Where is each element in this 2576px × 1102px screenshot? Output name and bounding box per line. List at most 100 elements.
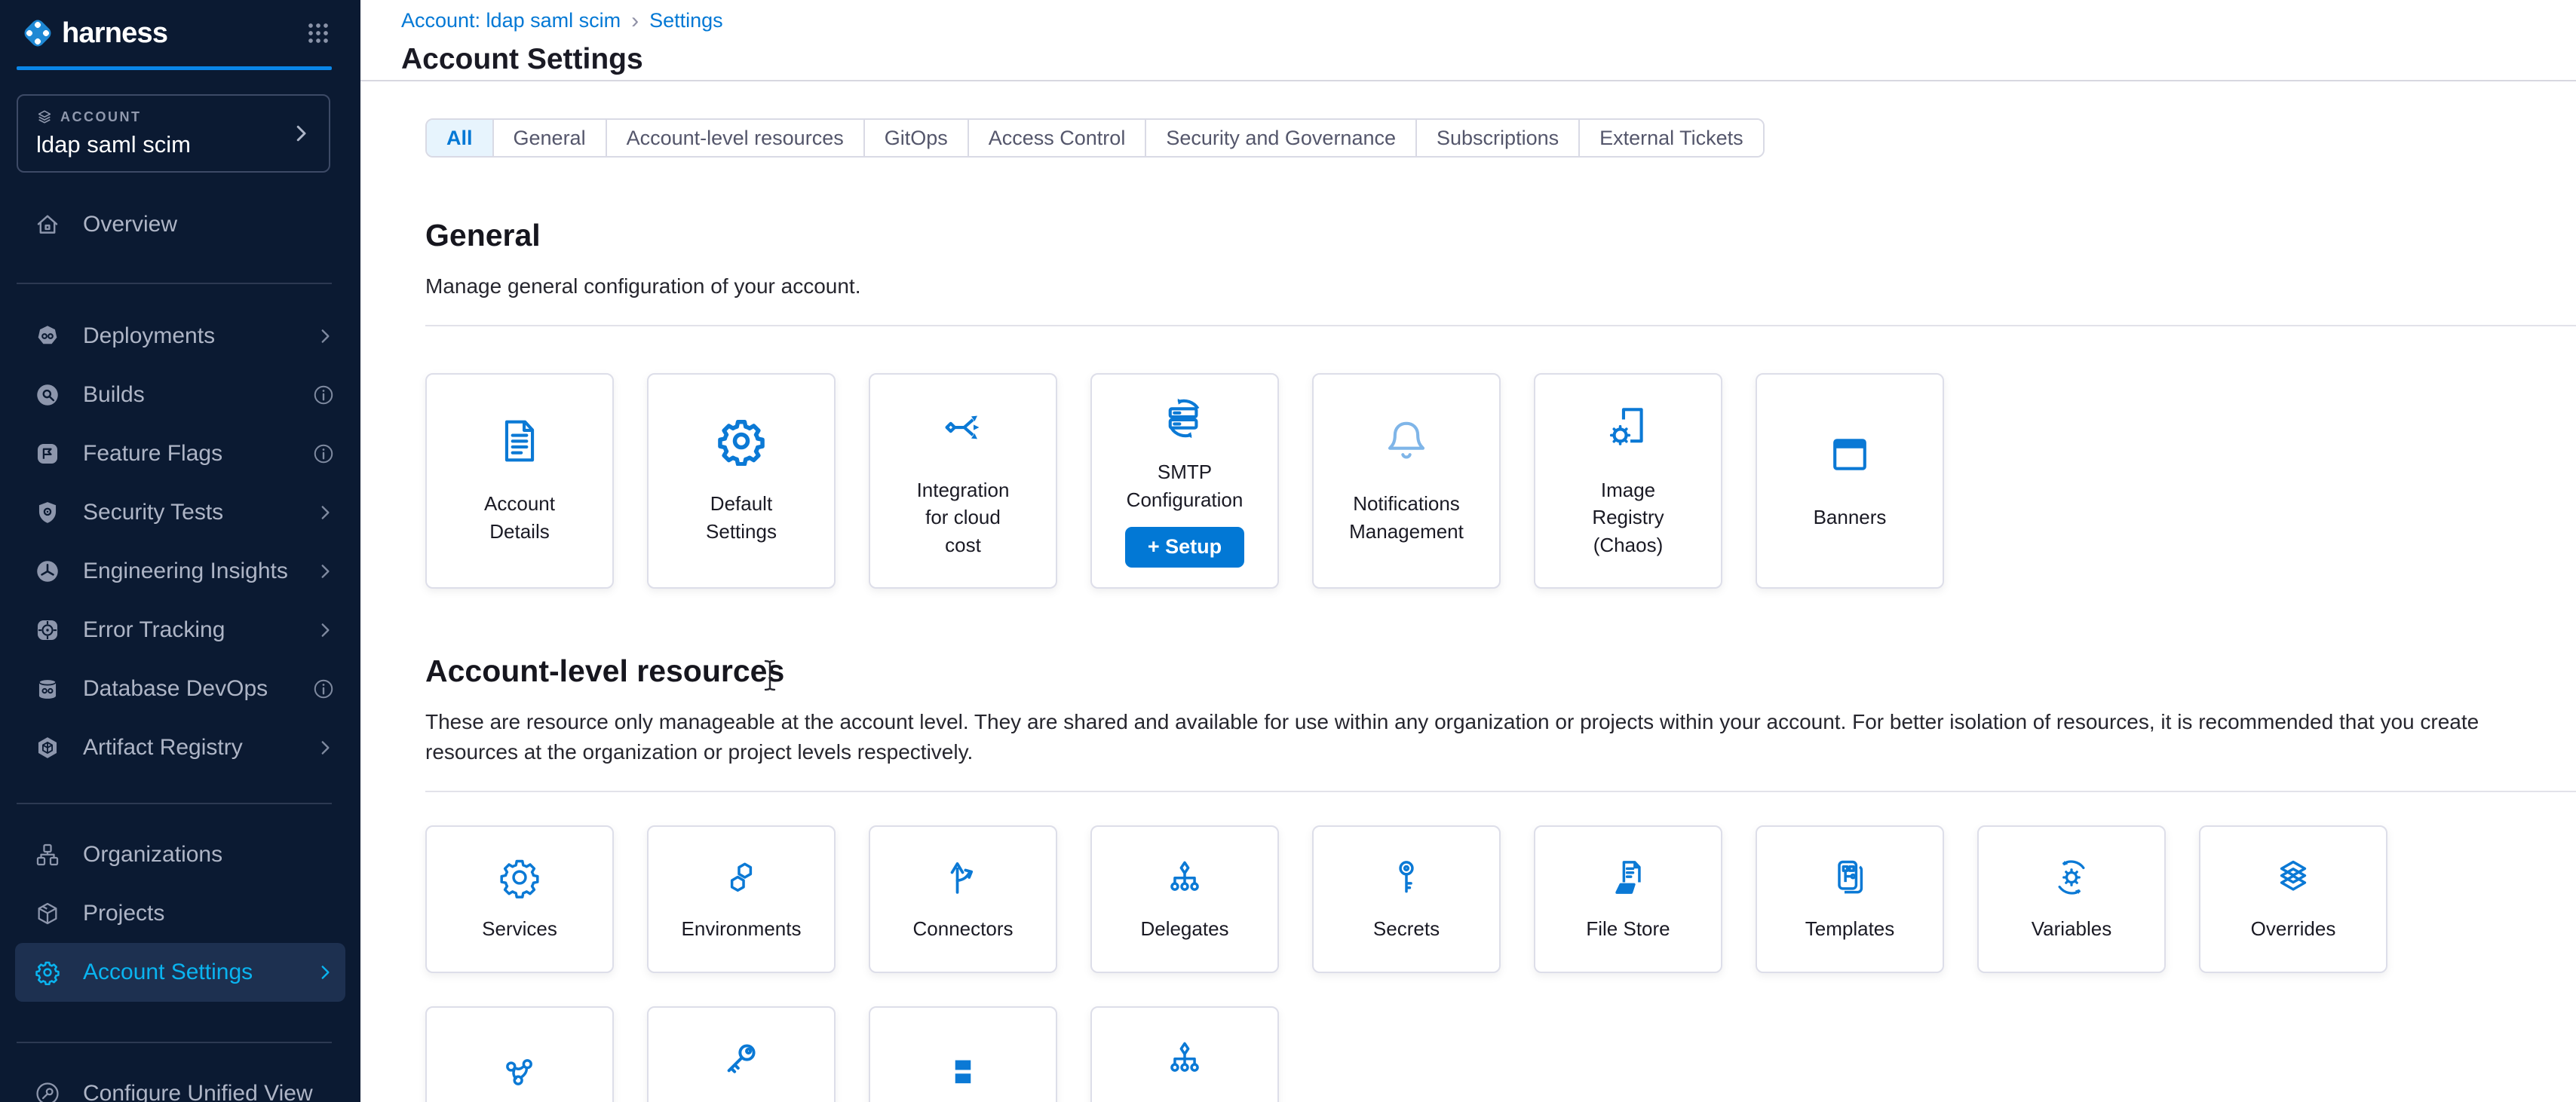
- card-templates[interactable]: Templates: [1756, 825, 1944, 973]
- card-delegates[interactable]: Delegates: [1090, 825, 1279, 973]
- main-content: Account: ldap saml scim › Settings Accou…: [360, 0, 2576, 1102]
- card-integration-for-cloud-cost[interactable]: Integration for cloud cost: [869, 373, 1057, 589]
- general-cards: Account Details Default Settings: [425, 373, 2576, 589]
- card-variables[interactable]: Variables: [1977, 825, 2166, 973]
- card-label: Connectors: [913, 915, 1014, 942]
- card-label: Image Registry (Chaos): [1581, 476, 1675, 559]
- card-label: Integration for cloud cost: [906, 476, 1020, 559]
- sidebar-item-builds[interactable]: Builds: [0, 366, 360, 424]
- tab-general[interactable]: General: [494, 120, 607, 156]
- sidebar-item-deployments[interactable]: Deployments: [0, 307, 360, 366]
- card-secrets[interactable]: Secrets: [1312, 825, 1501, 973]
- card-smtp-configuration[interactable]: SMTP Configuration + Setup: [1090, 373, 1279, 589]
- tab-security-and-governance[interactable]: Security and Governance: [1146, 120, 1417, 156]
- resource-cards: Services Environments: [425, 825, 2576, 973]
- breadcrumb-account-link[interactable]: Account: ldap saml scim: [401, 9, 621, 32]
- templates-icon: [1829, 856, 1871, 898]
- sidebar-item-configure-unified-view[interactable]: Configure Unified View: [0, 1064, 360, 1102]
- card-connectors[interactable]: Connectors: [869, 825, 1057, 973]
- security-tests-icon: [35, 500, 60, 525]
- card-default-settings[interactable]: Default Settings: [647, 373, 836, 589]
- tab-gitops[interactable]: GitOps: [865, 120, 969, 156]
- sidebar-item-label: Database DevOps: [83, 676, 268, 702]
- settings-gear-icon: [35, 960, 60, 985]
- card-ddop[interactable]: DDOP: [1090, 1006, 1279, 1102]
- info-icon[interactable]: [312, 442, 335, 465]
- general-section: General Manage general configuration of …: [360, 158, 2576, 589]
- feature-key-icon: [720, 1037, 762, 1079]
- info-icon[interactable]: [312, 384, 335, 406]
- sidebar-item-label: Organizations: [83, 842, 222, 868]
- card-label: Environments: [682, 915, 802, 942]
- app-grid-icon[interactable]: [303, 18, 333, 48]
- card-image-registry-chaos[interactable]: Image Registry (Chaos): [1534, 373, 1722, 589]
- deployments-icon: [35, 323, 60, 349]
- organizations-icon: [35, 842, 60, 868]
- page-header: Account: ldap saml scim › Settings Accou…: [360, 0, 2576, 81]
- banners-icon: [1825, 430, 1875, 479]
- configure-unified-view-icon: [35, 1081, 60, 1102]
- layers-icon: [36, 109, 53, 125]
- card-account-details[interactable]: Account Details: [425, 373, 614, 589]
- image-registry-icon: [1603, 403, 1653, 452]
- sidebar-item-overview[interactable]: Overview: [0, 195, 360, 254]
- sidebar-item-organizations[interactable]: Organizations: [0, 825, 360, 884]
- sidebar-item-error-tracking[interactable]: Error Tracking: [0, 601, 360, 660]
- sidebar-item-label: Error Tracking: [83, 617, 225, 643]
- logo-wordmark: harness: [62, 17, 167, 50]
- sidebar-item-account-settings[interactable]: Account Settings: [15, 943, 345, 1002]
- card-notifications-management[interactable]: Notifications Management: [1312, 373, 1501, 589]
- sidebar-item-engineering-insights[interactable]: Engineering Insights: [0, 542, 360, 601]
- section-description: These are resource only manageable at th…: [425, 707, 2576, 768]
- sidebar-item-artifact-registry[interactable]: Artifact Registry: [0, 718, 360, 777]
- card-label: SMTP Configuration: [1120, 458, 1250, 513]
- freeze-windows-icon: [942, 1051, 984, 1093]
- card-freeze-windows[interactable]: [869, 1006, 1057, 1102]
- sidebar-item-label: Feature Flags: [83, 441, 222, 467]
- card-banners[interactable]: Banners: [1756, 373, 1944, 589]
- notifications-bell-icon: [1382, 416, 1431, 466]
- tab-subscriptions[interactable]: Subscriptions: [1417, 120, 1580, 156]
- smtp-setup-button[interactable]: + Setup: [1125, 527, 1244, 568]
- resource-cards-overflow: Feature: [425, 1006, 2576, 1102]
- card-label: Account Details: [455, 490, 584, 545]
- feature-flags-icon: [35, 441, 60, 467]
- sidebar-item-database-devops[interactable]: Database DevOps: [0, 660, 360, 718]
- card-label: Banners: [1814, 504, 1887, 531]
- card-label: Default Settings: [676, 490, 806, 545]
- tab-all[interactable]: All: [427, 120, 494, 156]
- chevron-right-icon: [315, 562, 335, 581]
- card-label: Secrets: [1373, 915, 1440, 942]
- card-label: Notifications Management: [1342, 490, 1471, 545]
- card-feature[interactable]: Feature: [647, 1006, 836, 1102]
- sidebar-item-label: Projects: [83, 901, 164, 926]
- secrets-key-icon: [1385, 856, 1428, 898]
- card-webhooks[interactable]: [425, 1006, 614, 1102]
- info-icon[interactable]: [312, 678, 335, 700]
- card-services[interactable]: Services: [425, 825, 614, 973]
- sidebar-item-label: Deployments: [83, 323, 215, 349]
- settings-tab-bar: All General Account-level resources GitO…: [425, 118, 1765, 158]
- card-file-store[interactable]: File Store: [1534, 825, 1722, 973]
- sidebar-item-label: Configure Unified View: [83, 1081, 313, 1102]
- card-environments[interactable]: Environments: [647, 825, 836, 973]
- builds-icon: [35, 382, 60, 408]
- card-overrides[interactable]: Overrides: [2199, 825, 2387, 973]
- sidebar-item-projects[interactable]: Projects: [0, 884, 360, 943]
- breadcrumb-settings-link[interactable]: Settings: [649, 9, 723, 32]
- tab-access-control[interactable]: Access Control: [969, 120, 1147, 156]
- chevron-right-icon: [315, 620, 335, 640]
- account-details-icon: [495, 416, 544, 466]
- card-label: Feature: [707, 1096, 775, 1102]
- card-label: Delegates: [1140, 915, 1228, 942]
- sidebar-item-label: Builds: [83, 382, 145, 408]
- section-divider: [425, 791, 2576, 792]
- tab-account-level-resources[interactable]: Account-level resources: [607, 120, 865, 156]
- sidebar-item-security-tests[interactable]: Security Tests: [0, 483, 360, 542]
- section-description: Manage general configuration of your acc…: [425, 271, 2576, 302]
- delegates-icon: [1164, 856, 1206, 898]
- nav-accent-divider: [17, 66, 332, 70]
- tab-external-tickets[interactable]: External Tickets: [1580, 120, 1763, 156]
- sidebar-item-feature-flags[interactable]: Feature Flags: [0, 424, 360, 483]
- account-selector[interactable]: ACCOUNT ldap saml scim: [17, 94, 330, 173]
